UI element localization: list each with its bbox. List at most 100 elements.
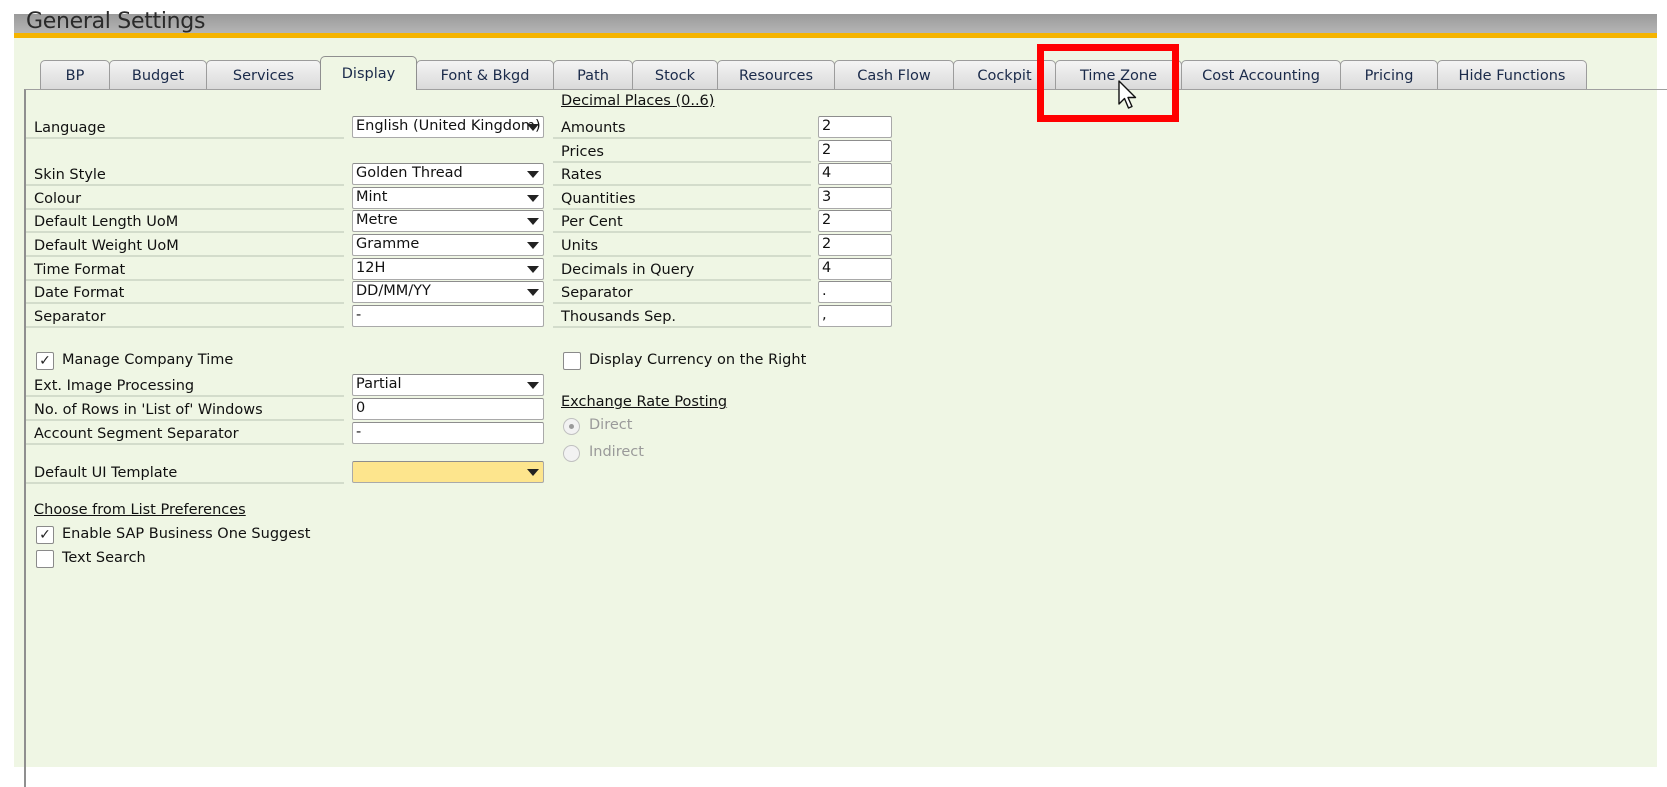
skin-style-value: Golden Thread (356, 165, 463, 181)
length-uom-dropdown[interactable]: Metre (352, 210, 544, 232)
manage-company-time-checkbox[interactable]: ✓ (36, 352, 54, 370)
rows-list-input[interactable]: 0 (352, 398, 544, 420)
weight-uom-value: Gramme (356, 236, 420, 252)
tab-strip: BP Budget Services Display Font & Bkgd P… (40, 56, 1587, 90)
segment-separator-input[interactable]: - (352, 422, 544, 444)
language-label: Language (26, 117, 344, 139)
indirect-radio[interactable] (563, 445, 580, 462)
tab-services[interactable]: Services (206, 60, 321, 90)
direct-label: Direct (589, 417, 633, 433)
language-value: English (United Kingdom) (356, 118, 541, 134)
tab-label: Stock (654, 67, 696, 84)
exchange-rate-heading: Exchange Rate Posting (561, 394, 728, 410)
decimals-query-input[interactable]: 4 (818, 258, 892, 280)
currency-right-label: Display Currency on the Right (589, 352, 807, 368)
ui-template-dropdown[interactable] (352, 461, 544, 483)
weight-uom-label: Default Weight UoM (26, 235, 344, 257)
separator-input[interactable]: - (352, 305, 544, 327)
tab-budget[interactable]: Budget (109, 60, 207, 90)
tab-label: Hide Functions (1458, 67, 1566, 84)
currency-right-checkbox[interactable] (563, 352, 581, 370)
skin-style-dropdown[interactable]: Golden Thread (352, 163, 544, 185)
decimal-places-heading: Decimal Places (0..6) (561, 93, 715, 109)
date-format-value: DD/MM/YY (356, 283, 431, 299)
tab-label: Path (577, 67, 609, 84)
length-uom-value: Metre (356, 212, 398, 228)
colour-value: Mint (356, 189, 388, 205)
thousands-sep-input[interactable]: , (818, 305, 892, 327)
language-dropdown[interactable]: English (United Kingdom) (352, 116, 544, 138)
rates-input[interactable]: 4 (818, 163, 892, 185)
tab-hide-functions[interactable]: Hide Functions (1437, 60, 1587, 90)
display-tab-panel: Language English (United Kingdom) Skin S… (24, 89, 1667, 787)
thousands-sep-label: Thousands Sep. (553, 306, 811, 328)
ext-image-dropdown[interactable]: Partial (352, 374, 544, 396)
rates-label: Rates (553, 164, 811, 186)
text-search-checkbox[interactable] (36, 550, 54, 568)
length-uom-label: Default Length UoM (26, 211, 344, 233)
ui-template-label: Default UI Template (26, 462, 344, 484)
tab-label: Font & Bkgd (440, 67, 530, 84)
colour-dropdown[interactable]: Mint (352, 187, 544, 209)
units-label: Units (553, 235, 811, 257)
cfl-section-heading: Choose from List Preferences (34, 502, 246, 518)
colour-label: Colour (26, 188, 344, 210)
tab-label: Services (232, 67, 295, 84)
tab-label: Display (341, 65, 396, 82)
ext-image-value: Partial (356, 376, 402, 392)
enable-suggest-label: Enable SAP Business One Suggest (62, 526, 311, 542)
indirect-label: Indirect (589, 444, 644, 460)
mouse-pointer-icon (1118, 80, 1137, 109)
tab-pricing[interactable]: Pricing (1340, 60, 1438, 90)
chevron-down-icon (527, 218, 539, 225)
segment-separator-label: Account Segment Separator (26, 423, 344, 445)
quantities-input[interactable]: 3 (818, 187, 892, 209)
date-format-dropdown[interactable]: DD/MM/YY (352, 281, 544, 303)
window-title: General Settings (26, 9, 206, 34)
per-cent-input[interactable]: 2 (818, 210, 892, 232)
enable-suggest-checkbox[interactable]: ✓ (36, 526, 54, 544)
chevron-down-icon (527, 242, 539, 249)
units-input[interactable]: 2 (818, 234, 892, 256)
tab-font-bkgd[interactable]: Font & Bkgd (416, 60, 554, 90)
prices-input[interactable]: 2 (818, 140, 892, 162)
chevron-down-icon (527, 469, 539, 476)
date-format-label: Date Format (26, 282, 344, 304)
tab-cost-accounting[interactable]: Cost Accounting (1181, 60, 1341, 90)
chevron-down-icon (527, 195, 539, 202)
chevron-down-icon (527, 124, 539, 131)
per-cent-label: Per Cent (553, 211, 811, 233)
time-zone-highlight-box (1037, 44, 1179, 122)
tab-bp[interactable]: BP (40, 60, 110, 90)
chevron-down-icon (527, 171, 539, 178)
chevron-down-icon (527, 266, 539, 273)
tab-label: Cost Accounting (1202, 67, 1320, 84)
tab-path[interactable]: Path (553, 60, 633, 90)
tab-display[interactable]: Display (320, 56, 417, 90)
time-format-label: Time Format (26, 259, 344, 281)
weight-uom-dropdown[interactable]: Gramme (352, 234, 544, 256)
amounts-label: Amounts (553, 117, 811, 139)
chevron-down-icon (527, 289, 539, 296)
tab-label: Resources (738, 67, 814, 84)
tab-label: Cash Flow (857, 67, 931, 84)
decimal-separator-label: Separator (553, 282, 811, 304)
time-format-dropdown[interactable]: 12H (352, 258, 544, 280)
tab-resources[interactable]: Resources (717, 60, 835, 90)
amounts-input[interactable]: 2 (818, 116, 892, 138)
tab-cash-flow[interactable]: Cash Flow (834, 60, 954, 90)
time-format-value: 12H (356, 260, 386, 276)
tab-stock[interactable]: Stock (632, 60, 718, 90)
tab-label: Cockpit (977, 67, 1032, 84)
title-bar: General Settings (14, 9, 1657, 38)
ext-image-label: Ext. Image Processing (26, 375, 344, 397)
chevron-down-icon (527, 382, 539, 389)
decimal-separator-input[interactable]: . (818, 281, 892, 303)
general-settings-window: General Settings BP Budget Services Disp… (14, 9, 1667, 787)
text-search-label: Text Search (62, 550, 146, 566)
tab-label: Budget (131, 67, 185, 84)
skin-style-label: Skin Style (26, 164, 344, 186)
direct-radio[interactable] (563, 418, 580, 435)
separator-label: Separator (26, 306, 344, 328)
tab-label: Pricing (1364, 67, 1414, 84)
